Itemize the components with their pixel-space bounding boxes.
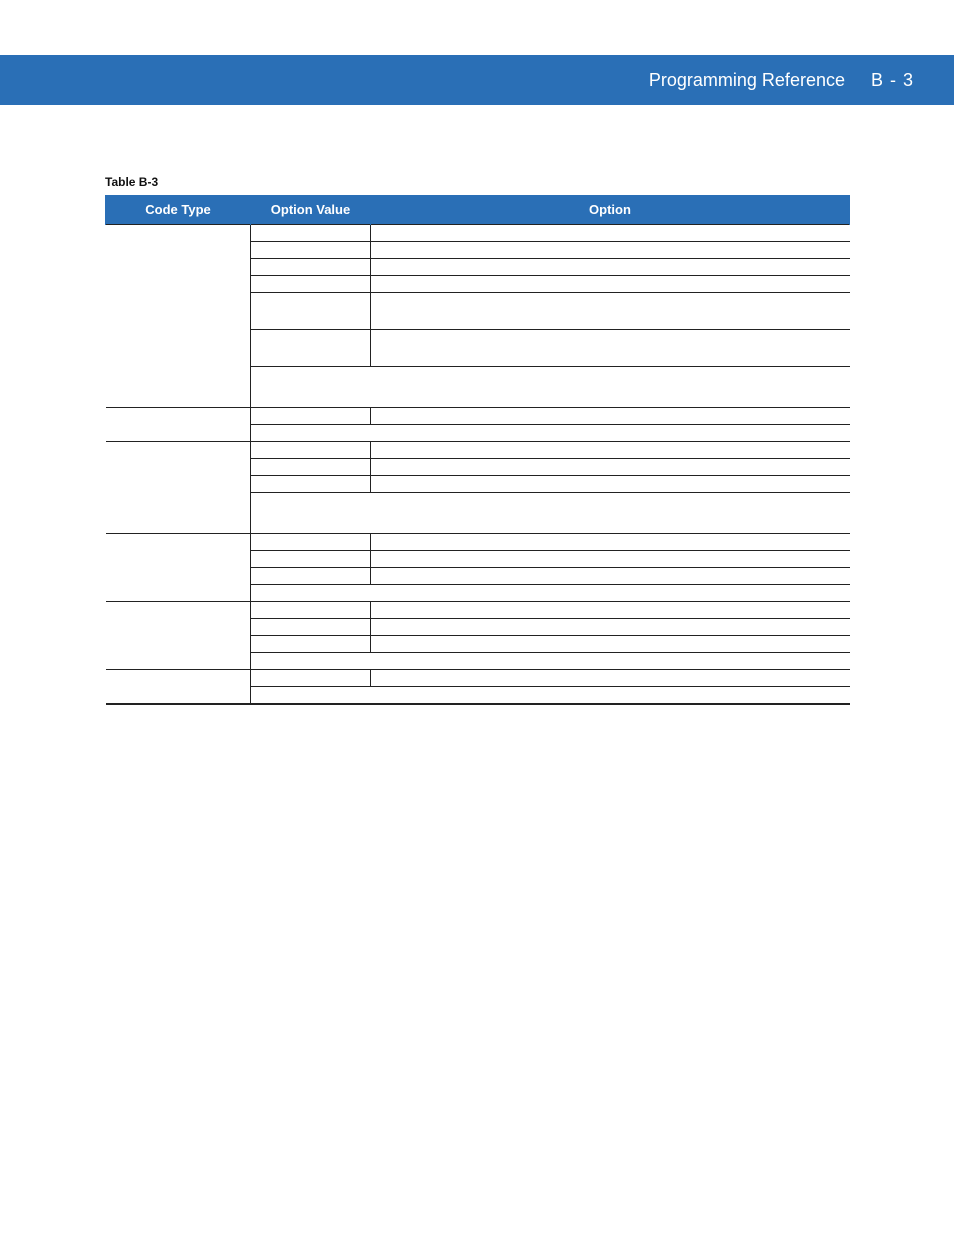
cell-codetype: [106, 551, 251, 568]
cell-codetype: [106, 276, 251, 293]
cell-option: [371, 459, 850, 476]
cell-option: [371, 242, 850, 259]
table-row: [106, 551, 850, 568]
table-row: [106, 476, 850, 493]
cell-codetype: [106, 442, 251, 459]
cell-codetype: [106, 619, 251, 636]
header-title: Programming Reference: [649, 70, 845, 91]
cell-codetype: [106, 534, 251, 551]
cell-option: [371, 225, 850, 242]
cell-option: [371, 568, 850, 585]
table-row: [106, 602, 850, 619]
table-row: [106, 568, 850, 585]
cell-codetype: [106, 459, 251, 476]
cell-option-value: [251, 551, 371, 568]
cell-option: [371, 293, 850, 330]
cell-option: [371, 602, 850, 619]
cell-option: [371, 259, 850, 276]
cell-option: [371, 330, 850, 367]
table-row: [106, 534, 850, 551]
table-row: [106, 687, 850, 705]
cell-codetype: [106, 242, 251, 259]
cell-codetype: [106, 636, 251, 653]
cell-codetype: [106, 367, 251, 408]
cell-option-value: [251, 636, 371, 653]
cell-option: [371, 636, 850, 653]
table-row: [106, 276, 850, 293]
table-row: [106, 330, 850, 367]
cell-option-value: [251, 442, 371, 459]
cell-option-span: [251, 585, 850, 602]
table-row: [106, 408, 850, 425]
cell-option-value: [251, 259, 371, 276]
cell-codetype: [106, 670, 251, 687]
table-row: [106, 259, 850, 276]
cell-codetype: [106, 225, 251, 242]
cell-option-value: [251, 293, 371, 330]
cell-option-value: [251, 534, 371, 551]
col-header-option: Option: [371, 195, 850, 225]
table-row: [106, 367, 850, 408]
cell-codetype: [106, 687, 251, 705]
cell-option-value: [251, 670, 371, 687]
cell-codetype: [106, 653, 251, 670]
cell-option-value: [251, 276, 371, 293]
cell-codetype: [106, 293, 251, 330]
table-row: [106, 585, 850, 602]
cell-codetype: [106, 493, 251, 534]
table-row: [106, 293, 850, 330]
cell-option-span: [251, 425, 850, 442]
cell-option: [371, 551, 850, 568]
col-header-option-value: Option Value: [251, 195, 371, 225]
col-header-codetype: Code Type: [106, 195, 251, 225]
cell-codetype: [106, 568, 251, 585]
cell-option-span: [251, 653, 850, 670]
cell-option-value: [251, 225, 371, 242]
cell-codetype: [106, 425, 251, 442]
table-row: [106, 636, 850, 653]
reference-table: Code Type Option Value Option: [105, 195, 850, 705]
cell-option-value: [251, 459, 371, 476]
header-page-number: B - 3: [871, 70, 914, 91]
table-row: [106, 442, 850, 459]
cell-option-span: [251, 687, 850, 705]
cell-codetype: [106, 408, 251, 425]
cell-option-value: [251, 330, 371, 367]
cell-option-value: [251, 619, 371, 636]
table-row: [106, 242, 850, 259]
cell-option: [371, 276, 850, 293]
cell-option: [371, 442, 850, 459]
table-header-row: Code Type Option Value Option: [106, 195, 850, 225]
table-row: [106, 619, 850, 636]
cell-option: [371, 476, 850, 493]
cell-option-value: [251, 408, 371, 425]
cell-codetype: [106, 259, 251, 276]
cell-option: [371, 408, 850, 425]
cell-option-value: [251, 602, 371, 619]
cell-codetype: [106, 476, 251, 493]
table-caption: Table B-3: [105, 175, 850, 189]
cell-codetype: [106, 330, 251, 367]
cell-option-span: [251, 493, 850, 534]
table-row: [106, 493, 850, 534]
cell-codetype: [106, 602, 251, 619]
table-body: [106, 225, 850, 705]
table-row: [106, 459, 850, 476]
cell-option: [371, 670, 850, 687]
cell-option: [371, 534, 850, 551]
table-row: [106, 670, 850, 687]
table-row: [106, 425, 850, 442]
content: Table B-3 Code Type Option Value Option: [105, 175, 850, 705]
table-row: [106, 653, 850, 670]
cell-option-span: [251, 367, 850, 408]
cell-codetype: [106, 585, 251, 602]
cell-option-value: [251, 476, 371, 493]
cell-option-value: [251, 568, 371, 585]
header-bar: Programming Reference B - 3: [0, 55, 954, 105]
table-row: [106, 225, 850, 242]
cell-option: [371, 619, 850, 636]
cell-option-value: [251, 242, 371, 259]
page: Programming Reference B - 3 Table B-3 Co…: [0, 0, 954, 1235]
